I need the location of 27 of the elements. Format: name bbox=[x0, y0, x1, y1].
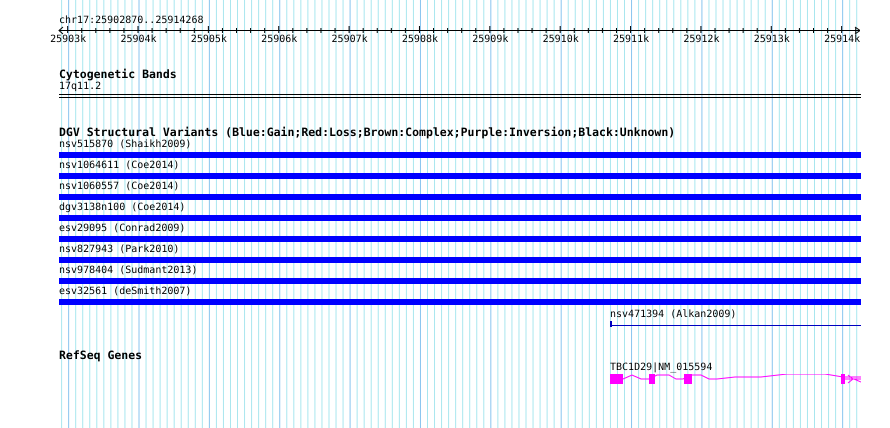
tick-label: 25913k bbox=[754, 34, 790, 46]
tick-label: 25911k bbox=[612, 34, 650, 46]
band-label: 17q11.2 bbox=[59, 81, 102, 93]
variant-label: nsv471394 (Alkan2009) bbox=[610, 309, 738, 321]
tick-label: 25909k bbox=[472, 34, 508, 46]
variant-label: esv29095 (Conrad2009) bbox=[59, 223, 186, 235]
variant-label: nsv978404 (Sudmant2013) bbox=[59, 265, 198, 277]
tick-label: 25912k bbox=[683, 34, 720, 46]
tick-label: 25906k bbox=[261, 34, 298, 46]
ruler-label: chr17:25902870..25914268 bbox=[59, 15, 204, 27]
variant-label: esv32561 (deSmith2007) bbox=[59, 286, 192, 298]
gene-label: TBC1D29|NM_015594 bbox=[610, 362, 714, 374]
track-title: DGV Structural Variants (Blue:Gain;Red:Loss;Brown:Complex;Purple:Inversion;Black:Unknown) bbox=[59, 126, 676, 139]
variant-label: dgv3138n100 (Coe2014) bbox=[59, 202, 186, 214]
tick-label: 25905k bbox=[190, 34, 227, 46]
tick-label: 25907k bbox=[332, 34, 368, 46]
variant-label: nsv1064611 (Coe2014) bbox=[59, 160, 180, 172]
variant-label: nsv1060557 (Coe2014) bbox=[59, 181, 180, 193]
tick-label: 25914k bbox=[824, 34, 860, 46]
tick-label: 25908k bbox=[402, 34, 438, 46]
track-title: RefSeq Genes bbox=[59, 349, 144, 362]
variant-label: nsv827943 (Park2010) bbox=[59, 244, 180, 256]
track-title: Cytogenetic Bands bbox=[59, 68, 178, 81]
tick-label: 25910k bbox=[542, 34, 579, 46]
tick-label: 25903k bbox=[50, 34, 86, 46]
variant-label: nsv515870 (Shaikh2009) bbox=[59, 139, 192, 151]
tick-label: 25904k bbox=[120, 34, 157, 46]
